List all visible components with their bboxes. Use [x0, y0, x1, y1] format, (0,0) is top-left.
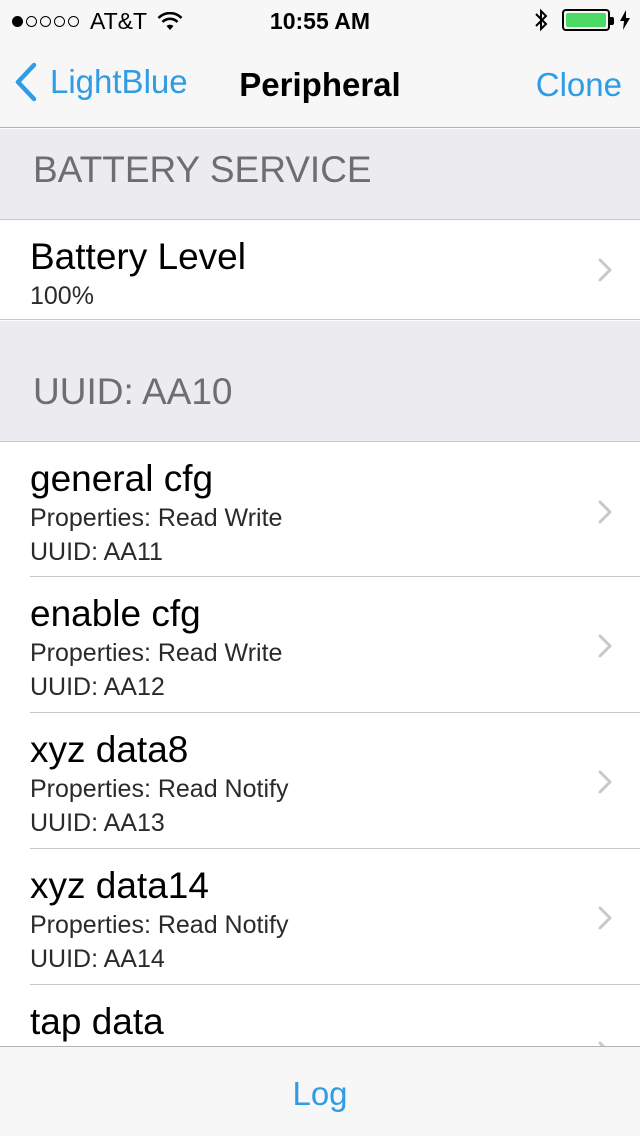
row-title: Battery Level: [30, 236, 246, 277]
row-title: general cfg: [30, 458, 214, 499]
section-header-uuid: UUID: AA10: [0, 321, 640, 441]
bottom-toolbar: Log: [0, 1046, 640, 1136]
battery-fill: [566, 13, 606, 27]
row-properties: Properties: Read Write: [30, 504, 283, 532]
list-item-battery-level[interactable]: Battery Level 100%: [0, 219, 640, 320]
row-properties: Properties: Read Notify: [30, 911, 289, 939]
charging-bolt-icon: [620, 10, 630, 30]
status-right: [534, 8, 630, 32]
chevron-right-icon: [598, 770, 612, 794]
row-title: enable cfg: [30, 593, 201, 634]
section-header-label: BATTERY SERVICE: [33, 149, 372, 190]
chevron-right-icon: [598, 634, 612, 658]
row-uuid: UUID: AA12: [30, 673, 165, 701]
list-item-characteristic[interactable]: xyz data14 Properties: Read Notify UUID:…: [0, 849, 640, 984]
row-uuid: UUID: AA14: [30, 945, 165, 973]
log-button[interactable]: Log: [0, 1075, 640, 1113]
row-title: tap data: [30, 1001, 164, 1042]
list-item-characteristic[interactable]: tap data: [0, 985, 640, 1046]
section-header-label: UUID: AA10: [33, 371, 233, 412]
status-bar: AT&T 10:55 AM: [0, 0, 640, 40]
row-properties: Properties: Read Write: [30, 639, 283, 667]
row-title: xyz data8: [30, 729, 189, 770]
row-uuid: UUID: AA11: [30, 538, 163, 566]
row-value: 100%: [30, 282, 94, 310]
navigation-bar: LightBlue Peripheral Clone: [0, 40, 640, 128]
row-uuid: UUID: AA13: [30, 809, 165, 837]
list-item-characteristic[interactable]: xyz data8 Properties: Read Notify UUID: …: [0, 713, 640, 848]
list-item-characteristic[interactable]: enable cfg Properties: Read Write UUID: …: [0, 577, 640, 712]
chevron-right-icon: [598, 500, 612, 524]
chevron-right-icon: [598, 906, 612, 930]
list-item-characteristic[interactable]: general cfg Properties: Read Write UUID:…: [0, 441, 640, 577]
row-properties: Properties: Read Notify: [30, 775, 289, 803]
battery-icon: [562, 9, 614, 31]
row-title: xyz data14: [30, 865, 209, 906]
clone-button[interactable]: Clone: [536, 66, 622, 104]
bluetooth-icon: [535, 8, 548, 32]
chevron-right-icon: [598, 258, 612, 282]
section-header-battery-service: BATTERY SERVICE: [0, 129, 640, 219]
